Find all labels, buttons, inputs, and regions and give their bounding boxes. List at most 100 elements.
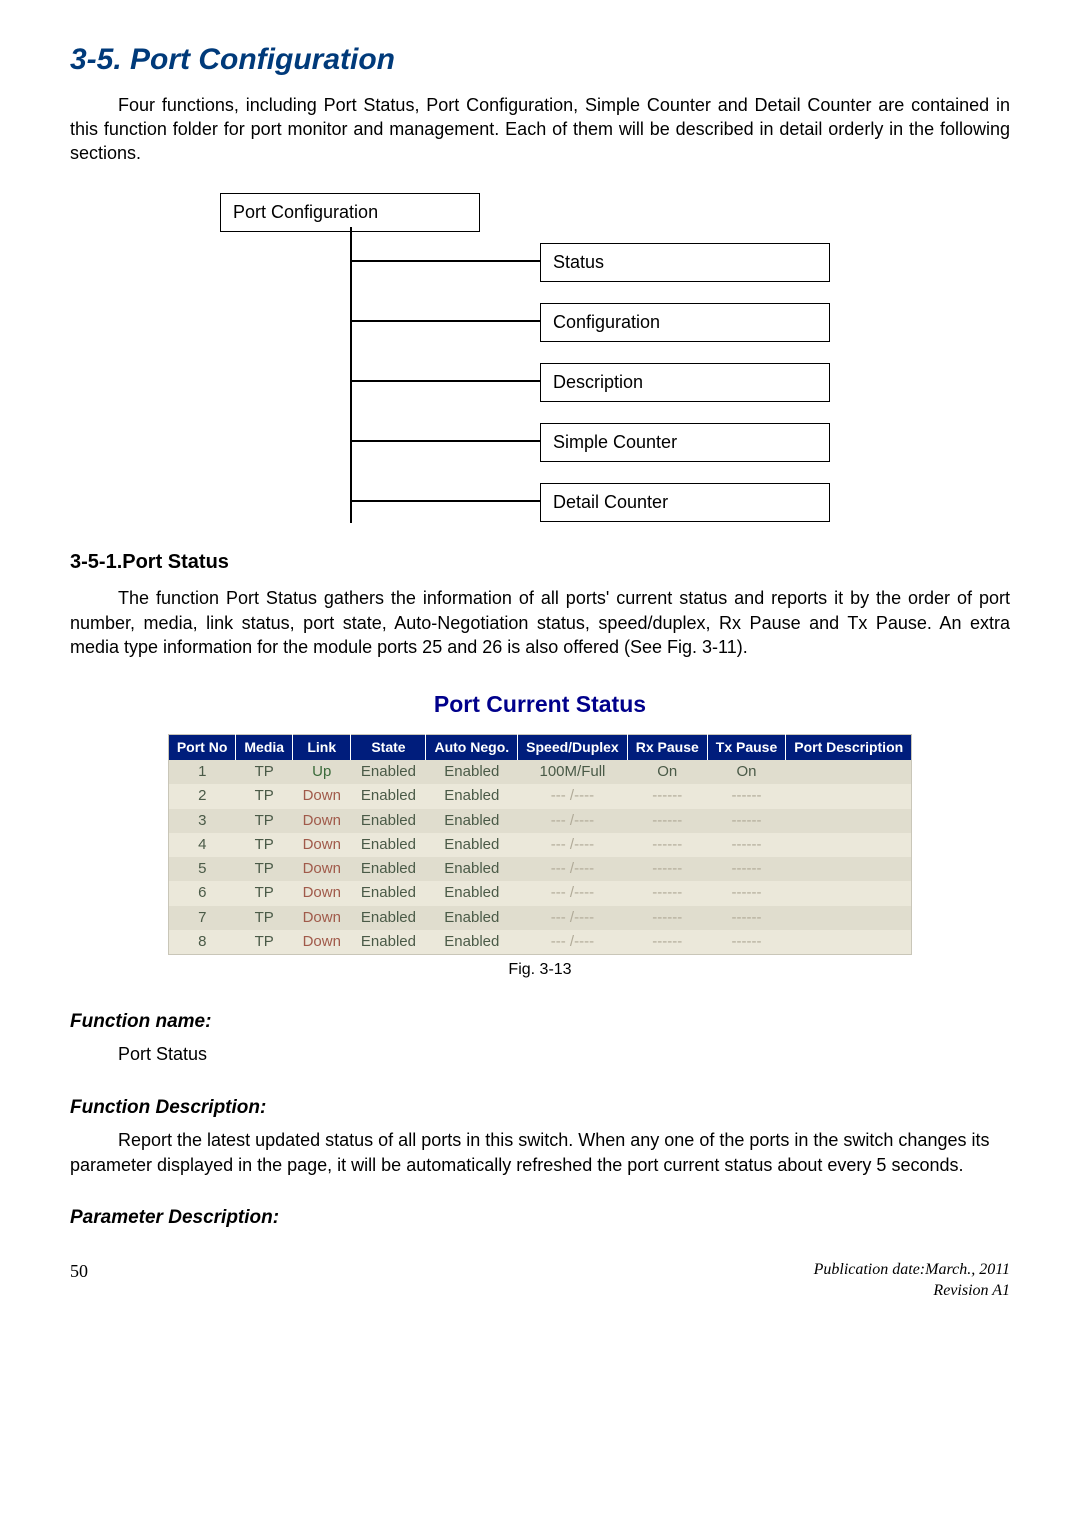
cell-link: Down: [293, 881, 351, 905]
table-row: 7TPDownEnabledEnabled--- /--------------…: [168, 906, 911, 930]
cell-link: Down: [293, 906, 351, 930]
cell-desc: [786, 881, 912, 905]
cell-link: Down: [293, 809, 351, 833]
cell-port: 7: [168, 906, 236, 930]
chart-title: Port Current Status: [70, 689, 1010, 720]
diagram-branch-2: [350, 320, 540, 322]
cell-speed: 100M/Full: [518, 760, 628, 784]
diagram-item-description: Description: [540, 363, 830, 401]
cell-state: Enabled: [351, 881, 426, 905]
cell-port: 5: [168, 857, 236, 881]
function-description-value: Report the latest updated status of all …: [70, 1128, 1010, 1177]
cell-rx: ------: [627, 809, 707, 833]
cell-port: 6: [168, 881, 236, 905]
cell-nego: Enabled: [426, 930, 518, 955]
cell-desc: [786, 930, 912, 955]
cell-tx: ------: [707, 833, 785, 857]
function-name-label: Function name:: [70, 1009, 1010, 1035]
figure-caption: Fig. 3-13: [70, 959, 1010, 981]
publication-date: Publication date:March., 2011: [814, 1259, 1010, 1281]
cell-desc: [786, 784, 912, 808]
cell-nego: Enabled: [426, 784, 518, 808]
cell-media: TP: [236, 857, 293, 881]
cell-rx: ------: [627, 906, 707, 930]
cell-state: Enabled: [351, 809, 426, 833]
cell-media: TP: [236, 930, 293, 955]
cell-tx: ------: [707, 906, 785, 930]
page-footer: 50 Publication date:March., 2011 Revisio…: [70, 1259, 1010, 1302]
cell-desc: [786, 906, 912, 930]
parameter-description-label: Parameter Description:: [70, 1205, 1010, 1231]
diagram-item-status: Status: [540, 243, 830, 281]
cell-nego: Enabled: [426, 881, 518, 905]
diagram-item-simple-counter: Simple Counter: [540, 423, 830, 461]
port-status-table: Port No Media Link State Auto Nego. Spee…: [168, 734, 912, 955]
function-name-value: Port Status: [118, 1042, 1010, 1066]
cell-media: TP: [236, 784, 293, 808]
cell-media: TP: [236, 760, 293, 784]
cell-desc: [786, 833, 912, 857]
diagram-branch-5: [350, 500, 540, 502]
cell-state: Enabled: [351, 930, 426, 955]
cell-link: Down: [293, 857, 351, 881]
cell-port: 8: [168, 930, 236, 955]
page-number: 50: [70, 1259, 88, 1302]
cell-tx: ------: [707, 857, 785, 881]
tree-diagram: Port Configuration Status Configuration …: [220, 193, 860, 523]
cell-nego: Enabled: [426, 833, 518, 857]
diagram-root-box: Port Configuration: [220, 193, 480, 231]
cell-port: 2: [168, 784, 236, 808]
diagram-item-configuration: Configuration: [540, 303, 830, 341]
diagram-trunk-line: [350, 227, 352, 523]
cell-speed: --- /----: [518, 857, 628, 881]
th-tx: Tx Pause: [707, 735, 785, 760]
cell-port: 3: [168, 809, 236, 833]
th-rx: Rx Pause: [627, 735, 707, 760]
diagram-item-detail-counter: Detail Counter: [540, 483, 830, 521]
cell-state: Enabled: [351, 857, 426, 881]
th-port: Port No: [168, 735, 236, 760]
cell-nego: Enabled: [426, 760, 518, 784]
cell-rx: ------: [627, 784, 707, 808]
intro-paragraph: Four functions, including Port Status, P…: [70, 93, 1010, 166]
cell-link: Down: [293, 930, 351, 955]
subsection-body: The function Port Status gathers the inf…: [70, 586, 1010, 659]
cell-media: TP: [236, 906, 293, 930]
table-row: 6TPDownEnabledEnabled--- /--------------…: [168, 881, 911, 905]
cell-rx: ------: [627, 833, 707, 857]
table-row: 3TPDownEnabledEnabled--- /--------------…: [168, 809, 911, 833]
table-row: 5TPDownEnabledEnabled--- /--------------…: [168, 857, 911, 881]
function-description-label: Function Description:: [70, 1095, 1010, 1121]
cell-nego: Enabled: [426, 857, 518, 881]
table-row: 1TPUpEnabledEnabled100M/FullOnOn: [168, 760, 911, 784]
cell-link: Down: [293, 784, 351, 808]
section-title: 3-5. Port Configuration: [70, 40, 1010, 81]
table-row: 8TPDownEnabledEnabled--- /--------------…: [168, 930, 911, 955]
cell-media: TP: [236, 833, 293, 857]
table-header-row: Port No Media Link State Auto Nego. Spee…: [168, 735, 911, 760]
cell-tx: ------: [707, 881, 785, 905]
cell-media: TP: [236, 881, 293, 905]
table-row: 4TPDownEnabledEnabled--- /--------------…: [168, 833, 911, 857]
cell-speed: --- /----: [518, 784, 628, 808]
cell-tx: ------: [707, 930, 785, 955]
diagram-branch-4: [350, 440, 540, 442]
cell-tx: On: [707, 760, 785, 784]
cell-rx: On: [627, 760, 707, 784]
table-row: 2TPDownEnabledEnabled--- /--------------…: [168, 784, 911, 808]
cell-tx: ------: [707, 809, 785, 833]
cell-desc: [786, 809, 912, 833]
cell-rx: ------: [627, 857, 707, 881]
diagram-branch-1: [350, 260, 540, 262]
cell-state: Enabled: [351, 760, 426, 784]
cell-speed: --- /----: [518, 906, 628, 930]
cell-nego: Enabled: [426, 809, 518, 833]
cell-speed: --- /----: [518, 881, 628, 905]
cell-link: Up: [293, 760, 351, 784]
th-state: State: [351, 735, 426, 760]
cell-rx: ------: [627, 930, 707, 955]
cell-state: Enabled: [351, 906, 426, 930]
cell-port: 1: [168, 760, 236, 784]
cell-speed: --- /----: [518, 930, 628, 955]
th-media: Media: [236, 735, 293, 760]
